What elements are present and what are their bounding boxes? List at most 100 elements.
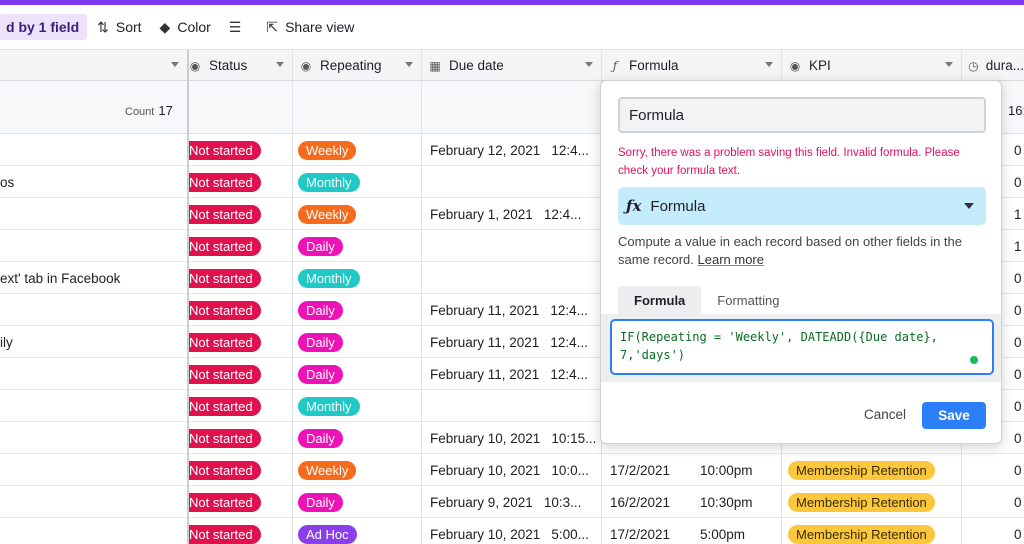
- learn-more-link[interactable]: Learn more: [698, 252, 764, 267]
- primary-cell[interactable]: [0, 358, 187, 390]
- primary-cell[interactable]: os: [0, 166, 187, 198]
- due-date-cell[interactable]: February 9, 2021 10:3...: [430, 486, 601, 518]
- primary-cell[interactable]: [0, 134, 187, 166]
- tab-formatting[interactable]: Formatting: [701, 286, 795, 314]
- repeating-cell[interactable]: Daily: [298, 230, 421, 262]
- primary-cell[interactable]: ext' tab in Facebook: [0, 262, 187, 294]
- duration-cell[interactable]: 0: [1014, 134, 1024, 166]
- primary-cell[interactable]: [0, 518, 187, 544]
- repeating-cell[interactable]: Daily: [298, 358, 421, 390]
- due-date-cell[interactable]: [430, 390, 601, 422]
- field-name-input[interactable]: Formula: [618, 97, 986, 133]
- primary-cell[interactable]: [0, 454, 187, 486]
- due-date-cell[interactable]: February 10, 2021 10:15...: [430, 422, 601, 454]
- status-cell[interactable]: Not started: [189, 262, 292, 294]
- status-cell[interactable]: Not started: [189, 294, 292, 326]
- repeating-cell[interactable]: Daily: [298, 422, 421, 454]
- due-date-cell[interactable]: February 1, 2021 12:4...: [430, 198, 601, 230]
- chevron-down-icon[interactable]: [276, 62, 284, 67]
- duration-cell[interactable]: 1: [1014, 198, 1024, 230]
- primary-cell[interactable]: [0, 390, 187, 422]
- repeating-cell[interactable]: Daily: [298, 486, 421, 518]
- tab-formula[interactable]: Formula: [618, 286, 702, 314]
- primary-cell[interactable]: [0, 486, 187, 518]
- formula-input[interactable]: IF(Repeating = 'Weekly', DATEADD({Due da…: [610, 319, 994, 375]
- due-date-cell[interactable]: [430, 166, 601, 198]
- column-header-status[interactable]: ◉ Status: [188, 50, 293, 81]
- column-header-repeating[interactable]: ◉ Repeating: [293, 50, 422, 81]
- duration-cell[interactable]: 0: [1014, 326, 1024, 358]
- table-row[interactable]: Not started Daily February 9, 2021 10:3... 1…: [0, 486, 1024, 518]
- column-header-primary[interactable]: [0, 50, 188, 81]
- formula-cell[interactable]: 17/2/2021 5:00pm: [610, 518, 781, 544]
- status-cell[interactable]: Not started: [189, 422, 292, 454]
- duration-cell[interactable]: 0: [1014, 486, 1024, 518]
- duration-cell[interactable]: 0: [1014, 358, 1024, 390]
- duration-cell[interactable]: 0: [1014, 294, 1024, 326]
- duration-cell[interactable]: 0: [1014, 166, 1024, 198]
- column-header-duration[interactable]: ◷ dura...: [962, 50, 1024, 81]
- repeating-cell[interactable]: Monthly: [298, 262, 421, 294]
- duration-cell[interactable]: 0: [1014, 454, 1024, 486]
- repeating-cell[interactable]: Weekly: [298, 198, 421, 230]
- chevron-down-icon[interactable]: [765, 62, 773, 67]
- kpi-cell[interactable]: Membership Retention: [788, 454, 959, 486]
- repeating-cell[interactable]: Daily: [298, 326, 421, 358]
- status-cell[interactable]: Not started: [189, 486, 292, 518]
- kpi-cell[interactable]: Membership Retention: [788, 486, 959, 518]
- color-button[interactable]: ◆ Color: [160, 14, 211, 40]
- share-view-button[interactable]: ⇱ Share view: [266, 14, 354, 40]
- sort-button[interactable]: ⇅ Sort: [97, 14, 141, 40]
- column-header-formula[interactable]: ƒ Formula: [602, 50, 782, 81]
- duration-cell[interactable]: 0: [1014, 262, 1024, 294]
- group-button[interactable]: d by 1 field: [0, 14, 88, 40]
- status-cell[interactable]: Not started: [189, 454, 292, 486]
- status-cell[interactable]: Not started: [189, 230, 292, 262]
- field-type-select[interactable]: ƒx Formula: [618, 187, 986, 225]
- due-date-cell[interactable]: February 10, 2021 5:00...: [430, 518, 601, 544]
- status-cell[interactable]: Not started: [189, 326, 292, 358]
- due-date-cell[interactable]: February 10, 2021 10:0...: [430, 454, 601, 486]
- primary-cell[interactable]: [0, 422, 187, 454]
- save-button[interactable]: Save: [922, 402, 986, 429]
- row-height-button[interactable]: ☰: [229, 14, 249, 40]
- status-cell[interactable]: Not started: [189, 198, 292, 230]
- due-date-cell[interactable]: February 11, 2021 12:4...: [430, 358, 601, 390]
- chevron-down-icon[interactable]: [945, 62, 953, 67]
- due-date-cell[interactable]: [430, 262, 601, 294]
- chevron-down-icon[interactable]: [171, 62, 179, 67]
- table-row[interactable]: Not started Ad Hoc February 10, 2021 5:00..…: [0, 518, 1024, 544]
- status-cell[interactable]: Not started: [189, 390, 292, 422]
- column-header-due-date[interactable]: ▦ Due date: [422, 50, 602, 81]
- repeating-cell[interactable]: Weekly: [298, 454, 421, 486]
- repeating-cell[interactable]: Ad Hoc: [298, 518, 421, 544]
- due-date-cell[interactable]: February 12, 2021 12:4...: [430, 134, 601, 166]
- repeating-cell[interactable]: Monthly: [298, 390, 421, 422]
- duration-cell[interactable]: 1: [1014, 230, 1024, 262]
- formula-cell[interactable]: 17/2/2021 10:00pm: [610, 454, 781, 486]
- status-cell[interactable]: Not started: [189, 166, 292, 198]
- primary-cell[interactable]: [0, 230, 187, 262]
- duration-cell[interactable]: 0: [1014, 422, 1024, 454]
- repeating-cell[interactable]: Daily: [298, 294, 421, 326]
- status-cell[interactable]: Not started: [189, 358, 292, 390]
- due-date-cell[interactable]: February 11, 2021 12:4...: [430, 294, 601, 326]
- cancel-button[interactable]: Cancel: [864, 407, 906, 422]
- primary-cell[interactable]: [0, 198, 187, 230]
- status-cell[interactable]: Not started: [189, 134, 292, 166]
- chevron-down-icon[interactable]: [405, 62, 413, 67]
- primary-cell[interactable]: [0, 294, 187, 326]
- status-cell[interactable]: Not started: [189, 518, 292, 544]
- duration-cell[interactable]: 0: [1014, 390, 1024, 422]
- repeating-cell[interactable]: Monthly: [298, 166, 421, 198]
- due-date-cell[interactable]: [430, 230, 601, 262]
- due-date-cell[interactable]: February 11, 2021 12:4...: [430, 326, 601, 358]
- table-row[interactable]: Not started Weekly February 10, 2021 10:0..…: [0, 454, 1024, 486]
- chevron-down-icon[interactable]: [585, 62, 593, 67]
- primary-cell[interactable]: ily: [0, 326, 187, 358]
- formula-cell[interactable]: 16/2/2021 10:30pm: [610, 486, 781, 518]
- column-header-kpi[interactable]: ◉ KPI: [782, 50, 962, 81]
- duration-cell[interactable]: 0: [1014, 518, 1024, 544]
- repeating-cell[interactable]: Weekly: [298, 134, 421, 166]
- frozen-divider[interactable]: [187, 50, 189, 544]
